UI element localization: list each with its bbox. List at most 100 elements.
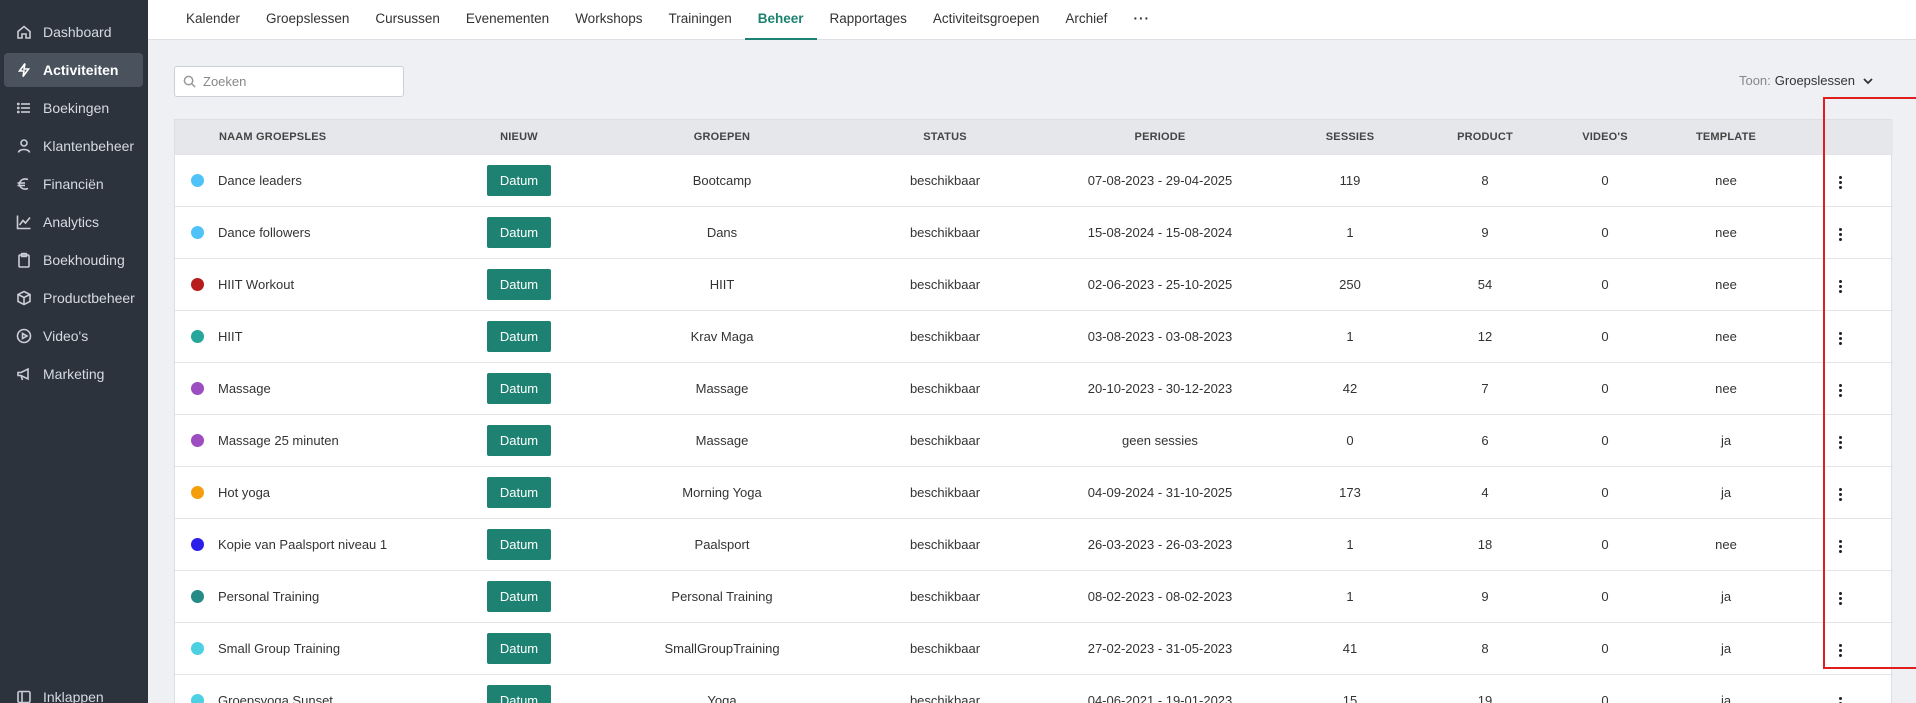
view-select-label: Toon:: [1738, 73, 1771, 88]
cell-template: ja: [1720, 640, 1732, 656]
table-row[interactable]: Dance followers Datum Dans beschikbaar 15-08…: [175, 206, 1893, 258]
table-row[interactable]: Dance leaders Datum Bootcamp beschikbaar 07-…: [175, 154, 1893, 206]
sidebar-item-video-s[interactable]: Video's: [4, 319, 143, 353]
datum-button[interactable]: Datum: [487, 476, 551, 508]
sidebar-item-label: Dashboard: [43, 24, 112, 40]
datum-button[interactable]: Datum: [487, 580, 551, 612]
sidebar-item-klantenbeheer[interactable]: Klantenbeheer: [4, 129, 143, 163]
more-vertical-icon[interactable]: [1830, 329, 1850, 349]
sidebar-item-financiën[interactable]: Financiën: [4, 167, 143, 201]
tab-archief[interactable]: Archief: [1052, 0, 1120, 40]
tab-rapportages[interactable]: Rapportages: [817, 0, 920, 40]
datum-button[interactable]: Datum: [487, 684, 551, 703]
cell-name[interactable]: Personal Training: [175, 570, 439, 622]
activity-name: Dance followers: [218, 225, 311, 241]
tab-evenementen[interactable]: Evenementen: [453, 0, 562, 40]
datum-button[interactable]: Datum: [487, 632, 551, 664]
table-row[interactable]: Kopie van Paalsport niveau 1 Datum Paalspo…: [175, 518, 1893, 570]
collapse-button[interactable]: Inklappen: [4, 684, 104, 703]
col-header-actions: [1787, 120, 1893, 154]
cell-name[interactable]: Massage: [175, 362, 439, 414]
sidebar-item-marketing[interactable]: Marketing: [4, 357, 143, 391]
sidebar-item-boekingen[interactable]: Boekingen: [4, 91, 143, 125]
col-header-product[interactable]: Product: [1425, 120, 1545, 154]
activity-name: Hot yoga: [218, 485, 271, 501]
cell-name[interactable]: Groepsyoga Sunset: [175, 674, 439, 703]
datum-button[interactable]: Datum: [487, 164, 551, 196]
more-vertical-icon[interactable]: [1830, 537, 1850, 557]
cell-name[interactable]: Small Group Training: [175, 622, 439, 674]
cell-new: Datum: [439, 310, 599, 362]
activities-table: Naam groepsles Nieuw Groepen Status Peri…: [174, 119, 1893, 703]
sidebar-item-productbeheer[interactable]: Productbeheer: [4, 281, 143, 315]
cell-sessions: 15: [1342, 692, 1358, 703]
datum-button[interactable]: Datum: [487, 216, 551, 248]
cell-template: ja: [1720, 588, 1732, 604]
tab-kalender[interactable]: Kalender: [173, 0, 253, 40]
sidebar-item-activiteiten[interactable]: Activiteiten: [4, 53, 143, 87]
more-vertical-icon[interactable]: [1830, 381, 1850, 401]
col-header-sessions[interactable]: Sessies: [1275, 120, 1425, 154]
more-vertical-icon[interactable]: [1830, 277, 1850, 297]
cell-name[interactable]: HIIT: [175, 310, 439, 362]
sidebar-item-analytics[interactable]: Analytics: [4, 205, 143, 239]
col-header-status[interactable]: Status: [845, 120, 1045, 154]
datum-button[interactable]: Datum: [487, 424, 551, 456]
cell-name[interactable]: Kopie van Paalsport niveau 1: [175, 518, 439, 570]
more-vertical-icon[interactable]: [1830, 589, 1850, 609]
cell-template: nee: [1715, 380, 1737, 396]
cell-new: Datum: [439, 466, 599, 518]
col-header-period[interactable]: Periode: [1045, 120, 1275, 154]
tab-workshops[interactable]: Workshops: [562, 0, 655, 40]
sidebar-nav: Dashboard Activiteiten Boekingen Klantenbeh…: [0, 15, 148, 391]
table-row[interactable]: Massage 25 minuten Datum Massage beschikbaa…: [175, 414, 1893, 466]
sidebar-item-label: Marketing: [43, 366, 105, 382]
more-vertical-icon[interactable]: [1830, 485, 1850, 505]
cell-product: 8: [1481, 640, 1489, 656]
more-vertical-icon[interactable]: [1830, 693, 1850, 703]
tab-activiteitsgroepen[interactable]: Activiteitsgroepen: [920, 0, 1053, 40]
tab-more[interactable]: ···: [1120, 0, 1163, 40]
cell-name[interactable]: Dance leaders: [175, 154, 439, 206]
cell-template: nee: [1715, 172, 1737, 188]
col-header-videos[interactable]: Video's: [1545, 120, 1665, 154]
table-row[interactable]: Massage Datum Massage beschikbaar 20-10-2023…: [175, 362, 1893, 414]
cell-name[interactable]: HIIT Workout: [175, 258, 439, 310]
table-row[interactable]: Groepsyoga Sunset Datum Yoga beschikbaar 04-…: [175, 674, 1893, 703]
table-row[interactable]: Personal Training Datum Personal Training b…: [175, 570, 1893, 622]
col-header-groups[interactable]: Groepen: [599, 120, 845, 154]
cell-template: ja: [1720, 484, 1732, 500]
more-vertical-icon[interactable]: [1830, 641, 1850, 661]
datum-button[interactable]: Datum: [487, 320, 551, 352]
table-row[interactable]: HIIT Datum Krav Maga beschikbaar 03-08-2023 …: [175, 310, 1893, 362]
tab-beheer[interactable]: Beheer: [744, 0, 817, 40]
more-vertical-icon[interactable]: [1830, 173, 1850, 193]
col-header-name[interactable]: Naam groepsles: [175, 120, 439, 154]
sidebar-item-boekhouding[interactable]: Boekhouding: [4, 243, 143, 277]
more-vertical-icon[interactable]: [1830, 433, 1850, 453]
col-header-template[interactable]: Template: [1665, 120, 1787, 154]
cell-group: HIIT: [709, 276, 735, 292]
sidebar-item-dashboard[interactable]: Dashboard: [4, 15, 143, 49]
tab-trainingen[interactable]: Trainingen: [655, 0, 744, 40]
cell-status: beschikbaar: [909, 380, 981, 396]
cell-template: nee: [1715, 328, 1737, 344]
view-select[interactable]: Toon: Groepslessen: [1739, 73, 1874, 88]
tab-bar: Kalender Groepslessen Cursussen Evenementen…: [148, 0, 1916, 40]
cell-name[interactable]: Massage 25 minuten: [175, 414, 439, 466]
datum-button[interactable]: Datum: [487, 528, 551, 560]
cell-new: Datum: [439, 570, 599, 622]
datum-button[interactable]: Datum: [487, 268, 551, 300]
table-row[interactable]: Hot yoga Datum Morning Yoga beschikbaar 04-0…: [175, 466, 1893, 518]
table-row[interactable]: HIIT Workout Datum HIIT beschikbaar 02-06-20…: [175, 258, 1893, 310]
cell-name[interactable]: Dance followers: [175, 206, 439, 258]
search-input[interactable]: [203, 74, 393, 89]
tab-cursussen[interactable]: Cursussen: [362, 0, 453, 40]
cell-name[interactable]: Hot yoga: [175, 466, 439, 518]
more-vertical-icon[interactable]: [1830, 225, 1850, 245]
table-row[interactable]: Small Group Training Datum SmallGroupTrain…: [175, 622, 1893, 674]
search-box[interactable]: [174, 66, 404, 97]
datum-button[interactable]: Datum: [487, 372, 551, 404]
cell-status: beschikbaar: [909, 484, 981, 500]
tab-groepslessen[interactable]: Groepslessen: [253, 0, 362, 40]
